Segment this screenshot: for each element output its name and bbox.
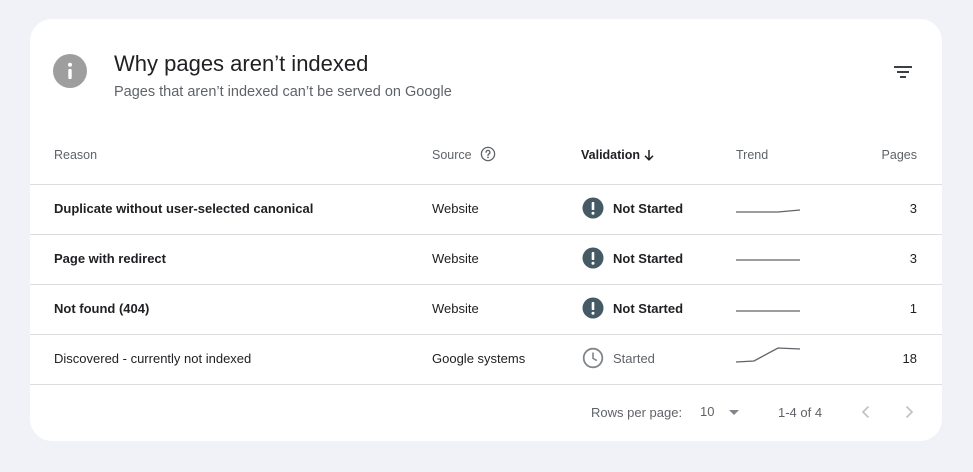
pages-count: 3 — [909, 201, 917, 216]
dropdown-arrow-icon — [729, 410, 739, 415]
chevron-right-icon — [905, 405, 914, 419]
source-cell: Website — [432, 251, 479, 266]
table-row[interactable]: Not found (404) Website Not Started 1 — [30, 284, 942, 334]
column-header-validation[interactable]: Validation — [581, 148, 640, 162]
trend-sparkline — [736, 259, 800, 261]
table-row[interactable]: Page with redirect Website Not Started 3 — [30, 234, 942, 284]
trend-sparkline — [735, 347, 801, 363]
sort-arrow-down-icon[interactable] — [642, 148, 656, 162]
column-header-pages[interactable]: Pages — [866, 148, 917, 162]
indexing-card: Why pages aren’t indexed Pages that aren… — [30, 19, 942, 441]
pages-count: 1 — [909, 301, 917, 316]
pages-count: 3 — [909, 251, 917, 266]
column-header-trend: Trend — [736, 148, 769, 162]
reason-cell: Discovered - currently not indexed — [54, 351, 252, 366]
exclamation-icon — [582, 247, 604, 269]
table-row[interactable]: Discovered - currently not indexed Googl… — [30, 334, 942, 384]
validation-status: Started — [613, 351, 655, 366]
validation-status: Not Started — [613, 251, 684, 266]
rows-per-page-value: 10 — [700, 404, 715, 419]
source-cell: Google systems — [432, 351, 526, 366]
filter-button[interactable] — [892, 63, 916, 83]
exclamation-icon — [582, 197, 604, 219]
validation-status: Not Started — [613, 201, 684, 216]
trend-sparkline — [736, 209, 801, 213]
rows-per-page-select[interactable]: 10 — [698, 402, 744, 424]
exclamation-icon — [582, 297, 604, 319]
chevron-left-icon — [861, 405, 870, 419]
reason-cell: Duplicate without user-selected canonica… — [54, 201, 314, 216]
clock-icon — [582, 347, 604, 369]
source-cell: Website — [432, 301, 479, 316]
filter-icon — [894, 66, 912, 78]
reason-cell: Page with redirect — [54, 251, 166, 266]
row-divider — [30, 384, 942, 385]
trend-sparkline — [736, 310, 800, 312]
rows-per-page-label: Rows per page: — [591, 405, 683, 420]
card-subtitle: Pages that aren’t indexed can’t be serve… — [114, 84, 452, 100]
previous-page-button[interactable] — [854, 400, 878, 424]
help-icon[interactable] — [480, 146, 496, 162]
info-icon — [53, 54, 87, 88]
card-title: Why pages aren’t indexed — [114, 51, 369, 76]
reason-cell: Not found (404) — [54, 301, 150, 316]
source-cell: Website — [432, 201, 479, 216]
column-header-source[interactable]: Source — [432, 148, 472, 162]
pages-count: 18 — [902, 351, 917, 366]
validation-status: Not Started — [613, 301, 684, 316]
column-header-reason[interactable]: Reason — [54, 148, 97, 162]
next-page-button[interactable] — [897, 400, 921, 424]
table-row[interactable]: Duplicate without user-selected canonica… — [30, 184, 942, 234]
pagination-range: 1-4 of 4 — [778, 405, 823, 420]
